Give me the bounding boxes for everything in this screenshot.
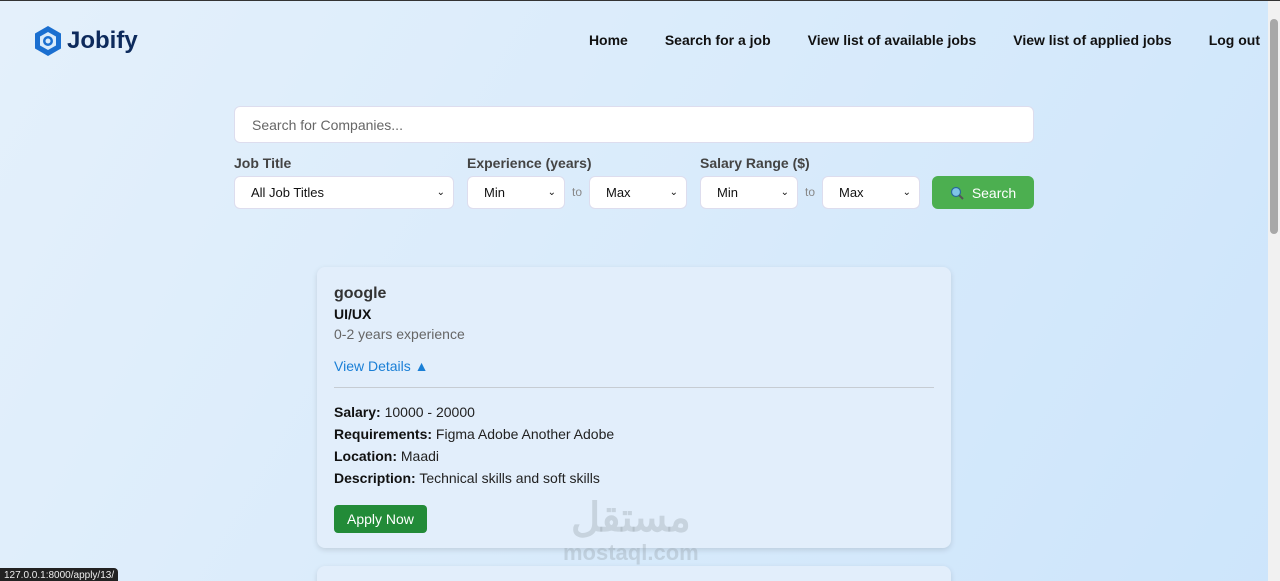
location-value: Maadi	[400, 448, 440, 464]
view-details-toggle[interactable]: View Details ▲	[334, 357, 429, 375]
watermark: مستقل mostaql.com	[563, 496, 699, 566]
scrollbar-thumb[interactable]	[1270, 19, 1278, 234]
search-icon	[950, 186, 964, 200]
nav-available-jobs[interactable]: View list of available jobs	[808, 32, 977, 48]
location-row: Location: Maadi	[334, 445, 934, 467]
status-bar-url: 127.0.0.1:8000/apply/13/	[0, 568, 119, 581]
salary-key: Salary:	[334, 404, 381, 420]
job-title-value: All Job Titles	[251, 185, 324, 200]
brand-logo[interactable]: Jobify	[33, 25, 138, 57]
scrollbar[interactable]	[1268, 1, 1280, 581]
apply-now-button[interactable]: Apply Now	[334, 505, 427, 533]
salary-label: Salary Range ($)	[700, 155, 810, 171]
job-title-label: Job Title	[234, 155, 292, 171]
chevron-down-icon: ⌄	[547, 187, 556, 198]
experience-max-select[interactable]: Max ⌄	[589, 176, 687, 209]
description-value: Technical skills and soft skills	[419, 470, 600, 486]
description-key: Description:	[334, 470, 416, 486]
brand-name: Jobify	[67, 27, 138, 54]
experience-max-value: Max	[606, 185, 631, 200]
nav-home[interactable]: Home	[589, 32, 628, 48]
watermark-latin: mostaql.com	[563, 540, 699, 565]
requirements-key: Requirements:	[334, 426, 433, 442]
search-button[interactable]: Search	[932, 176, 1034, 209]
nav-search-job[interactable]: Search for a job	[665, 32, 771, 48]
job-title-select[interactable]: All Job Titles ⌄	[234, 176, 454, 209]
company-name: google	[334, 285, 387, 302]
company-search-input[interactable]	[234, 106, 1034, 143]
chevron-down-icon: ⌄	[436, 187, 445, 198]
salary-row: Salary: 10000 - 20000	[334, 401, 934, 423]
navbar: Jobify Home Search for a job View list o…	[0, 1, 1268, 81]
salary-min-value: Min	[717, 185, 738, 200]
salary-value: 10000 - 20000	[384, 404, 475, 420]
salary-min-select[interactable]: Min ⌄	[700, 176, 798, 209]
search-button-label: Search	[971, 184, 1017, 201]
job-card	[317, 566, 951, 581]
experience-min-value: Min	[484, 185, 505, 200]
divider	[334, 387, 934, 388]
experience-min-select[interactable]: Min ⌄	[467, 176, 565, 209]
job-experience: 0-2 years experience	[334, 326, 465, 342]
chevron-down-icon: ⌄	[780, 187, 789, 198]
requirements-row: Requirements: Figma Adobe Another Adobe	[334, 423, 934, 445]
requirements-value: Figma Adobe Another Adobe	[435, 426, 615, 442]
hexagon-logo-icon	[35, 26, 61, 56]
chevron-down-icon: ⌄	[669, 187, 678, 198]
watermark-arabic: مستقل	[570, 496, 691, 540]
salary-max-value: Max	[839, 185, 864, 200]
salary-to-label: to	[805, 185, 816, 199]
location-key: Location:	[334, 448, 397, 464]
nav-applied-jobs[interactable]: View list of applied jobs	[1013, 32, 1171, 48]
nav-logout[interactable]: Log out	[1209, 32, 1260, 48]
experience-label: Experience (years)	[467, 155, 592, 171]
chevron-down-icon: ⌄	[902, 187, 911, 198]
experience-to-label: to	[572, 185, 583, 199]
description-row: Description: Technical skills and soft s…	[334, 467, 934, 489]
salary-max-select[interactable]: Max ⌄	[822, 176, 920, 209]
job-title: UI/UX	[334, 306, 372, 322]
